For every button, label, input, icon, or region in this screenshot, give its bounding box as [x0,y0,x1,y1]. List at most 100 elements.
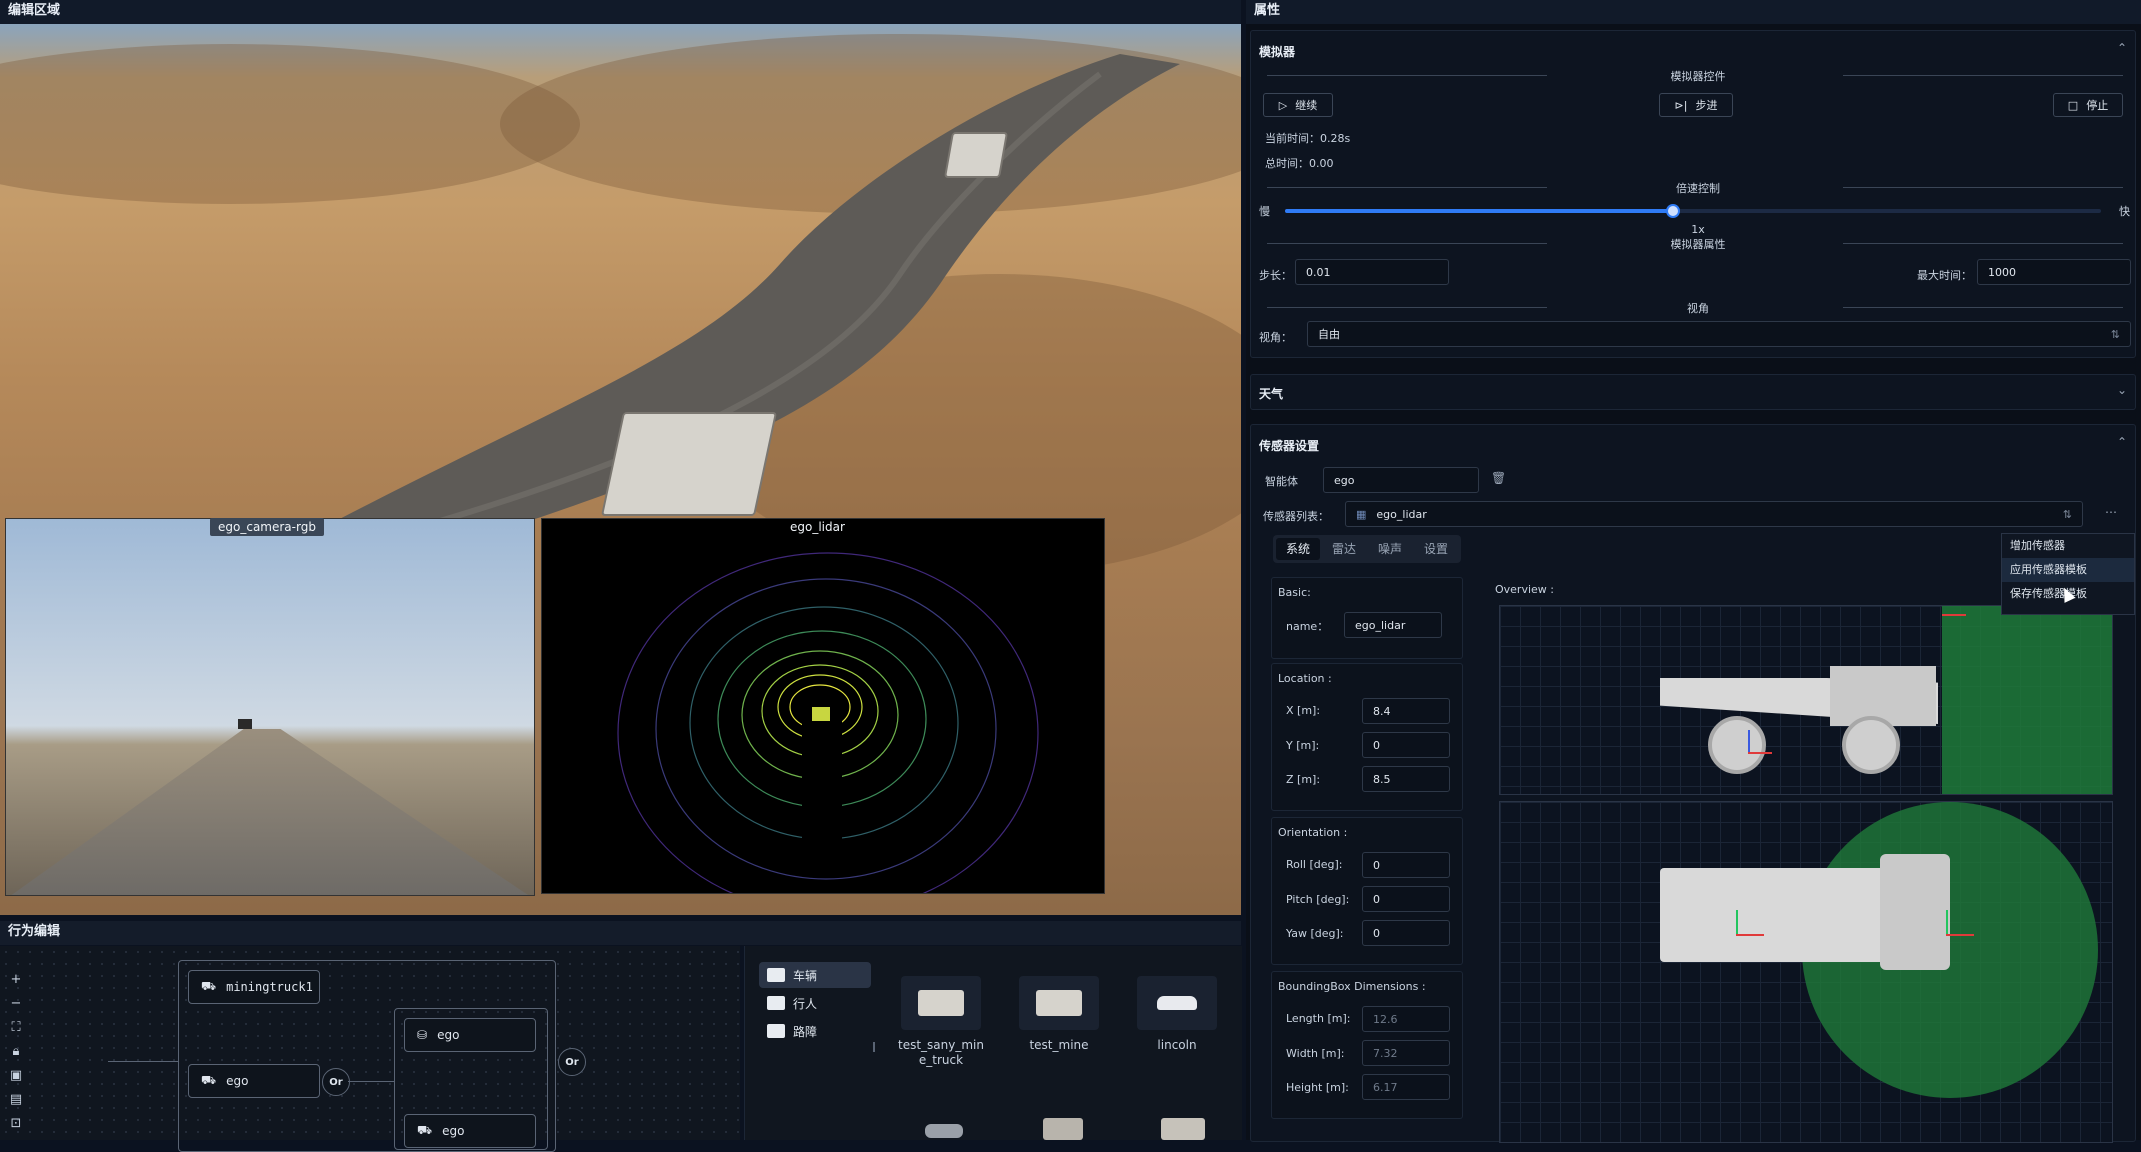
minus-icon[interactable]: − [8,996,24,1012]
speed-slider[interactable] [1285,204,2101,218]
overview-side-view[interactable] [1499,605,2113,795]
basic-panel: Basic: name： ego_lidar [1271,577,1463,659]
tab-noise[interactable]: 噪声 [1368,538,1412,560]
orientation-title: Orientation : [1278,826,1348,839]
truck-near [600,412,778,516]
camera-view[interactable] [5,518,535,896]
frame-icon[interactable]: ▣ [8,1068,24,1084]
max-time-input[interactable]: 1000 [1977,259,2131,285]
folder-vehicles[interactable]: 车辆 [759,962,871,988]
sensor-tabs: 系统 雷达 噪声 设置 [1273,535,1462,563]
x-input[interactable]: 8.4 [1362,698,1450,724]
scene-viewport[interactable]: ego_camera-rgb ego_lidar [0,24,1241,915]
export-icon[interactable]: ⊡ [8,1116,24,1132]
tab-radar[interactable]: 雷达 [1322,538,1366,560]
node-ego-right-bottom[interactable]: ⛟ ego [404,1114,536,1148]
speed-slider-fill [1285,209,1673,213]
asset-card-sany-truck[interactable]: test_sany_mine_truck [891,976,991,1068]
divider [1267,307,1547,308]
folder-pedestrians[interactable]: 行人 [759,990,871,1016]
folder-label: 行人 [793,996,818,1011]
more-icon[interactable]: ⋯ [2105,505,2117,519]
or-badge[interactable]: Or [558,1048,586,1076]
or-badge[interactable]: Or [322,1068,350,1096]
roll-input[interactable]: 0 [1362,852,1450,878]
menu-add-sensor[interactable]: 增加传感器 [2002,534,2134,558]
y-input[interactable]: 0 [1362,732,1450,758]
location-panel: Location : X [m]: 8.4 Y [m]: 0 Z [m]: 8.… [1271,663,1463,811]
continue-button[interactable]: ▷ 继续 [1263,93,1333,117]
yaw-input[interactable]: 0 [1362,920,1450,946]
asset-divider [873,1042,875,1052]
node-label: ego [226,1074,249,1088]
sensor-list-label: 传感器列表： [1263,510,1329,523]
folder-icon [767,1024,785,1038]
tab-system[interactable]: 系统 [1276,538,1321,560]
bbox-title: BoundingBox Dimensions : [1278,980,1426,993]
lidar-view[interactable] [541,518,1105,894]
play-icon: ▷ [1278,98,1288,112]
plus-icon[interactable]: + [8,972,24,988]
folder-icon [767,996,785,1010]
step-size-input[interactable]: 0.01 [1295,259,1449,285]
pitch-label: Pitch [deg]: [1286,893,1350,906]
folder-obstacles[interactable]: 路障 [759,1018,871,1044]
asset-card-test-mine[interactable]: test_mine [1009,976,1109,1052]
yaw-label: Yaw [deg]: [1286,927,1344,940]
width-input: 7.32 [1362,1040,1450,1066]
lock-icon[interactable]: 🔒︎ [8,1044,24,1060]
sensor-axis-x-icon [1942,614,1966,616]
tab-settings[interactable]: 设置 [1414,538,1458,560]
pitch-input[interactable]: 0 [1362,886,1450,912]
sensor-section: 传感器设置 ⌃ 智能体 ego 🗑︎ 传感器列表： ▦ ego_lidar ⇅ … [1250,424,2136,1143]
node-label: ego [437,1028,460,1042]
vehicle-icon: ⛟ [201,979,217,993]
chevron-down-icon[interactable]: ⌄ [2117,383,2127,397]
car-thumbnail [925,1124,963,1138]
node-label: ego [442,1124,465,1138]
select-arrows-icon: ⇅ [2062,507,2072,521]
asset-card-lincoln[interactable]: lincoln [1127,976,1227,1052]
sensor-more-menu: 增加传感器 应用传感器模板 保存传感器模板 [2001,533,2135,615]
slow-label: 慢 [1259,205,1270,218]
sensor-list-select[interactable]: ▦ ego_lidar ⇅ [1345,501,2083,527]
stop-button[interactable]: □ 停止 [2053,93,2123,117]
behavior-title-bar: 行为编辑 [0,921,1241,945]
node-ego-right-top[interactable]: ⛁ ego [404,1018,536,1052]
divider [1267,243,1547,244]
fit-icon[interactable]: ⛶ [8,1020,24,1036]
length-input: 12.6 [1362,1006,1450,1032]
step-button[interactable]: ⊳| 步进 [1659,93,1733,117]
speed-slider-thumb[interactable] [1665,204,1680,218]
layout-icon[interactable]: ▤ [8,1092,24,1108]
view-select[interactable]: 自由 ⇅ [1307,321,2131,347]
z-input[interactable]: 8.5 [1362,766,1450,792]
view-label: 视角： [1259,331,1292,344]
divider [1843,75,2123,76]
vehicle-icon: ⛟ [201,1073,217,1087]
behavior-canvas[interactable]: + − ⛶ 🔒︎ ▣ ▤ ⊡ ⛟ miningtruck1 ⛟ ego Or ⛁… [0,946,740,1152]
overview-top-view[interactable] [1499,801,2113,1143]
chevron-up-icon[interactable]: ⌃ [2117,435,2127,449]
trash-icon[interactable]: 🗑︎ [1491,471,1506,485]
max-time-label: 最大时间： [1917,269,1972,282]
camera-truck [238,719,252,729]
axis-x-icon [1736,934,1764,936]
camera-view-label: ego_camera-rgb [210,518,324,536]
length-label: Length [m]: [1286,1012,1351,1025]
roll-label: Roll [deg]: [1286,858,1343,871]
menu-apply-template[interactable]: 应用传感器模板 [2002,558,2134,582]
properties-title-bar: 属性 [1246,0,2141,24]
truck-cab-side [1830,666,1936,726]
simulator-section: 模拟器 ⌃ 模拟器控件 ▷ 继续 ⊳| 步进 □ 停止 当前时间：0.28s 总时间：… [1250,30,2136,358]
node-miningtruck1[interactable]: ⛟ miningtruck1 [188,970,320,1004]
name-input[interactable]: ego_lidar [1344,612,1442,638]
chevron-up-icon[interactable]: ⌃ [2117,41,2127,55]
asset-label: test_mine [1029,1038,1089,1052]
weather-section[interactable]: 天气 ⌄ [1250,374,2136,410]
agent-input[interactable]: ego [1323,467,1479,493]
folder-label: 路障 [793,1024,818,1039]
folder-label: 车辆 [793,968,818,983]
node-ego-left[interactable]: ⛟ ego [188,1064,320,1098]
width-label: Width [m]: [1286,1047,1345,1060]
